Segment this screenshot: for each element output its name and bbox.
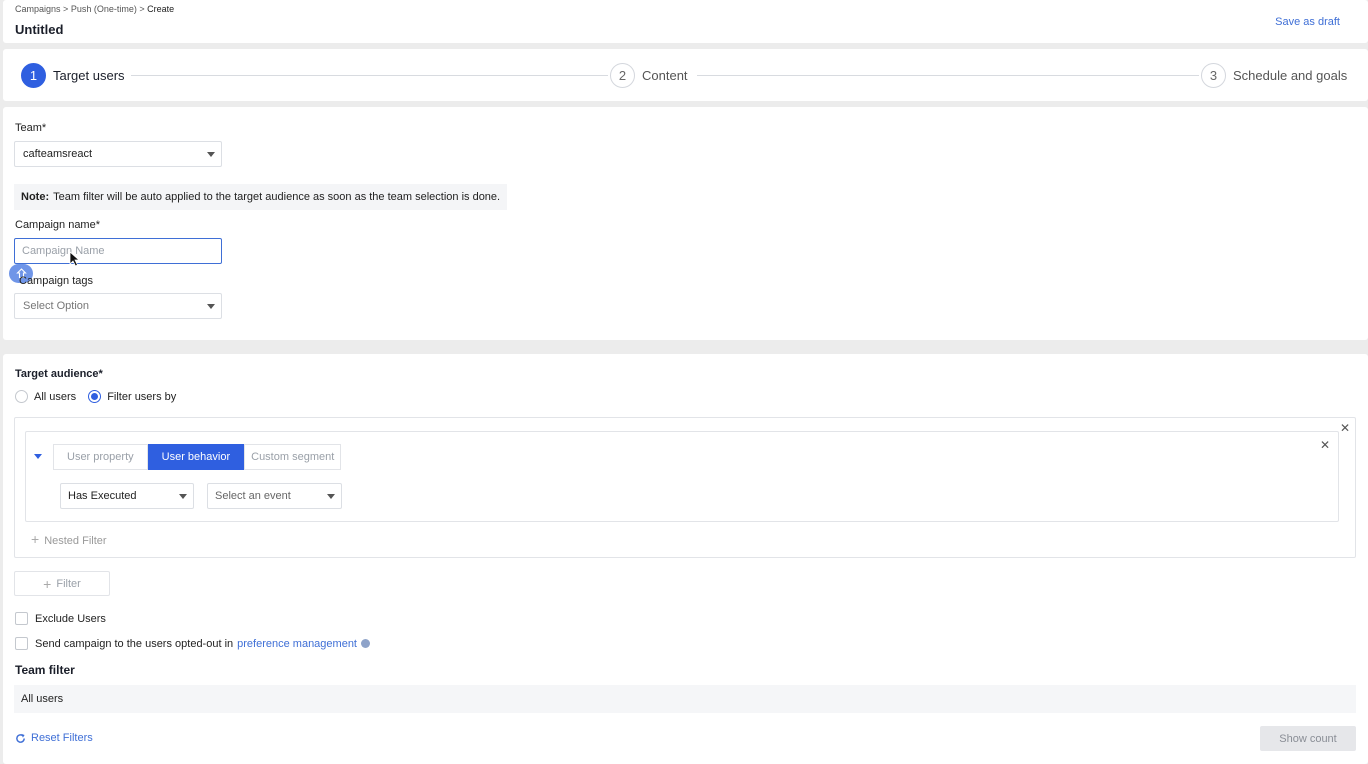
exclude-users-label[interactable]: Exclude Users	[35, 613, 106, 625]
breadcrumb-create: Create	[147, 4, 175, 14]
show-count-button[interactable]: Show count	[1260, 726, 1356, 751]
filter-row: ✕ User property User behavior Custom seg…	[25, 431, 1339, 522]
note-label: Note:	[21, 191, 50, 203]
filter-type-tabs: User property User behavior Custom segme…	[53, 444, 342, 470]
filter-group: ✕ ✕ User property User behavior Custom s…	[14, 417, 1356, 558]
opted-out-row: Send campaign to the users opted-out in …	[15, 637, 370, 650]
page-title: Untitled	[15, 22, 64, 37]
nested-filter-button[interactable]: + Nested Filter	[31, 531, 107, 547]
team-select[interactable]: cafteamsreact	[14, 141, 222, 167]
step-label: Content	[642, 67, 688, 83]
info-icon[interactable]	[361, 639, 370, 648]
step-schedule-goals[interactable]: 3 Schedule and goals	[1201, 62, 1347, 88]
exclude-users-checkbox[interactable]	[15, 612, 28, 625]
step-label: Schedule and goals	[1233, 67, 1348, 83]
campaign-name-input[interactable]	[14, 238, 222, 264]
step-label: Target users	[53, 67, 125, 83]
opted-out-label[interactable]: Send campaign to the users opted-out in	[35, 638, 233, 650]
save-as-draft-button[interactable]: Save as draft	[1275, 16, 1340, 28]
breadcrumb-separator: >	[139, 4, 145, 14]
event-select[interactable]: Select an event	[207, 483, 342, 509]
step-number: 2	[610, 62, 635, 88]
team-filter-value: All users	[14, 685, 1356, 713]
step-target-users[interactable]: 1 Target users	[21, 62, 125, 88]
add-filter-label: Filter	[56, 577, 81, 590]
collapse-caret-icon[interactable]	[34, 454, 42, 459]
all-users-radio[interactable]	[15, 390, 28, 403]
breadcrumb-push[interactable]: Push (One-time)	[71, 4, 137, 14]
breadcrumb-campaigns[interactable]: Campaigns	[15, 4, 61, 14]
chevron-down-icon	[207, 304, 215, 309]
behavior-select-value: Has Executed	[68, 490, 137, 502]
step-number: 1	[21, 62, 46, 88]
reset-filters-label: Reset Filters	[31, 732, 93, 744]
behavior-condition-select[interactable]: Has Executed	[60, 483, 194, 509]
preference-management-link[interactable]: preference management	[237, 638, 357, 650]
stepper: 1 Target users 2 Content 3 Schedule and …	[3, 49, 1368, 101]
step-connector	[131, 75, 608, 76]
tab-custom-segment[interactable]: Custom segment	[244, 444, 342, 470]
breadcrumb-separator: >	[63, 4, 69, 14]
step-content[interactable]: 2 Content	[610, 62, 688, 88]
tab-user-property[interactable]: User property	[53, 444, 148, 470]
team-select-value: cafteamsreact	[23, 148, 93, 160]
plus-icon: +	[43, 575, 52, 592]
refresh-icon	[16, 733, 25, 743]
campaign-name-label: Campaign name*	[15, 219, 100, 231]
team-label: Team*	[15, 122, 47, 134]
step-number: 3	[1201, 62, 1226, 88]
nested-filter-label: Nested Filter	[44, 535, 107, 547]
all-users-radio-label[interactable]: All users	[34, 391, 76, 403]
mouse-cursor-icon	[69, 251, 81, 267]
campaign-form: Team* cafteamsreact Note: Team filter wi…	[3, 107, 1368, 340]
reset-filters-button[interactable]: Reset Filters	[15, 732, 93, 744]
step-connector	[697, 75, 1199, 76]
campaign-tags-label: Campaign tags	[19, 275, 93, 287]
chevron-down-icon	[207, 152, 215, 157]
exclude-users-row: Exclude Users	[15, 612, 106, 625]
note-text: Team filter will be auto applied to the …	[53, 191, 501, 203]
campaign-tags-select[interactable]: Select Option	[14, 293, 222, 319]
target-audience-section: Target audience* All users Filter users …	[3, 354, 1368, 764]
event-select-placeholder: Select an event	[215, 490, 291, 502]
opted-out-checkbox[interactable]	[15, 637, 28, 650]
chevron-down-icon	[179, 494, 187, 499]
plus-icon: +	[31, 531, 40, 547]
audience-radio-group: All users Filter users by	[15, 390, 188, 403]
filter-users-radio-label[interactable]: Filter users by	[107, 391, 176, 403]
team-filter-title: Team filter	[15, 663, 75, 677]
page-header: Campaigns > Push (One-time) > Create Unt…	[3, 0, 1368, 43]
tags-select-placeholder: Select Option	[23, 300, 90, 312]
target-audience-title: Target audience*	[15, 368, 103, 380]
close-icon[interactable]: ✕	[1320, 439, 1330, 451]
chevron-down-icon	[327, 494, 335, 499]
team-note: Note: Team filter will be auto applied t…	[14, 184, 508, 210]
breadcrumb: Campaigns > Push (One-time) > Create	[15, 4, 174, 14]
filter-users-radio[interactable]	[88, 390, 102, 403]
close-icon[interactable]: ✕	[1340, 422, 1350, 434]
add-filter-button[interactable]: + Filter	[14, 571, 110, 596]
tab-user-behavior[interactable]: User behavior	[147, 444, 245, 470]
